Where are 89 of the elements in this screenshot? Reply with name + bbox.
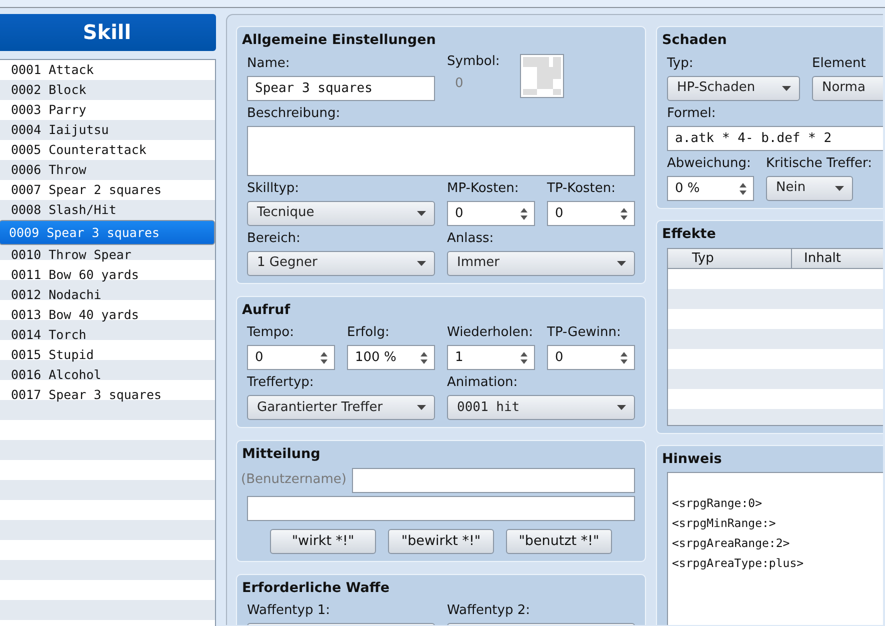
number-field[interactable]: 0 (547, 200, 635, 226)
list-item[interactable]: 0012 Nodachi (0, 285, 215, 305)
number-field[interactable]: 0 (547, 345, 635, 370)
dropdown[interactable]: Nein (766, 176, 853, 200)
dropdown[interactable]: Tecnique (247, 200, 435, 226)
list-item[interactable]: 0007 Spear 2 squares (0, 180, 215, 200)
field-label: Bereich: (247, 230, 300, 246)
list-item[interactable]: 0013 Bow 40 yards (0, 305, 215, 325)
group-title: Hinweis (662, 450, 722, 468)
field-label: Beschreibung: (247, 106, 340, 122)
group-title: Schaden (662, 31, 727, 49)
text-field[interactable] (247, 496, 635, 520)
caret-icon (617, 260, 626, 266)
list-item[interactable]: 0001 Attack (0, 60, 215, 80)
field-label: Kritische Treffer: (766, 156, 872, 172)
list-item[interactable]: 0017 Spear 3 squares (0, 385, 215, 405)
icon-index: 0 (455, 74, 464, 92)
list-item[interactable]: 0011 Bow 60 yards (0, 265, 215, 285)
field-label: Typ: (667, 56, 694, 72)
field-label: Name: (247, 56, 290, 72)
spinner-icon (420, 351, 428, 365)
field-label: (Benutzername) (241, 472, 346, 488)
note-field[interactable]: <srpgRange:0> <srpgMinRange:> <srpgAreaRange:2> <srpgAreaType:plus> (667, 472, 883, 625)
spinner-icon (620, 351, 628, 365)
field-label: Anlass: (447, 230, 494, 246)
list-item[interactable]: 0006 Throw (0, 160, 215, 180)
list-item[interactable]: 0014 Torch (0, 325, 215, 345)
list-item[interactable]: 0002 Block (0, 80, 215, 100)
group-title: Aufruf (242, 300, 290, 318)
list-item[interactable]: 0016 Alcohol (0, 365, 215, 385)
column-header[interactable]: Typ (668, 249, 792, 268)
text-field[interactable] (352, 468, 635, 492)
list-item[interactable]: 0005 Counterattack (0, 140, 215, 160)
list-item[interactable]: 0015 Stupid (0, 345, 215, 365)
group-title: Effekte (662, 224, 716, 242)
message-button[interactable]: "benutzt *!" (506, 528, 612, 554)
dropdown[interactable]: Norma (812, 76, 883, 100)
field-label: Skilltyp: (247, 180, 300, 196)
text-field[interactable]: a.atk * 4- b.def * 2 (667, 126, 883, 150)
caret-icon (417, 210, 426, 216)
spinner-icon (520, 351, 528, 365)
message-button[interactable]: "bewirkt *!" (388, 528, 494, 554)
dropdown[interactable]: HP-Schaden (667, 76, 800, 100)
field-label: Wiederholen: (447, 325, 533, 341)
list-item[interactable]: 0003 Parry (0, 100, 215, 120)
field-label: TP-Gewinn: (547, 325, 621, 341)
column-header[interactable]: Inhalt (792, 249, 841, 268)
field-label: Animation: (447, 375, 518, 391)
message-button[interactable]: "wirkt *!" (270, 528, 376, 554)
spinner-icon (620, 206, 628, 220)
field-label: Symbol: (447, 54, 500, 70)
caret-icon (782, 86, 791, 90)
field-label: Abweichung: (667, 156, 751, 172)
number-field[interactable]: 0 (247, 345, 335, 370)
panel-title: Skill (0, 14, 216, 51)
dropdown[interactable]: Garantierter Treffer (247, 395, 435, 420)
number-field[interactable]: 1 (447, 345, 535, 370)
field-label: TP-Kosten: (547, 180, 616, 196)
caret-icon (417, 260, 426, 266)
group-title: Mitteilung (242, 445, 320, 463)
dropdown[interactable]: 0001 hit (447, 395, 635, 420)
checker-icon (520, 54, 564, 98)
field-label: Tempo: (247, 325, 294, 341)
list-item[interactable]: 0008 Slash/Hit (0, 200, 215, 220)
field-label: MP-Kosten: (447, 180, 519, 196)
caret-icon (835, 186, 844, 190)
dropdown[interactable]: Immer (447, 250, 635, 276)
text-field[interactable]: Spear 3 squares (247, 76, 435, 100)
text-area[interactable] (247, 126, 635, 176)
number-field[interactable]: 100 % (347, 345, 435, 370)
field-label: Formel: (667, 106, 716, 122)
list-item[interactable]: 0010 Throw Spear (0, 245, 215, 265)
caret-icon (617, 405, 626, 410)
field-label: Erfolg: (347, 325, 390, 341)
spinner-icon (320, 351, 328, 365)
spinner-icon (520, 206, 528, 220)
dropdown[interactable]: 1 Gegner (247, 250, 435, 276)
number-field[interactable]: 0 (447, 200, 535, 226)
field-label: Treffertyp: (247, 375, 314, 391)
number-field[interactable]: 0 % (667, 176, 754, 200)
list-item[interactable]: 0004 Iaijutsu (0, 120, 215, 140)
list-item[interactable]: 0009 Spear 3 squares (0, 220, 215, 245)
spinner-icon (739, 182, 747, 196)
caret-icon (417, 405, 426, 410)
field-label: Element (812, 56, 866, 72)
field-label: Waffentyp 2: (447, 603, 530, 619)
field-label: Waffentyp 1: (247, 603, 330, 619)
group-title: Erforderliche Waffe (242, 578, 390, 596)
group-title: Allgemeine Einstellungen (242, 31, 436, 49)
